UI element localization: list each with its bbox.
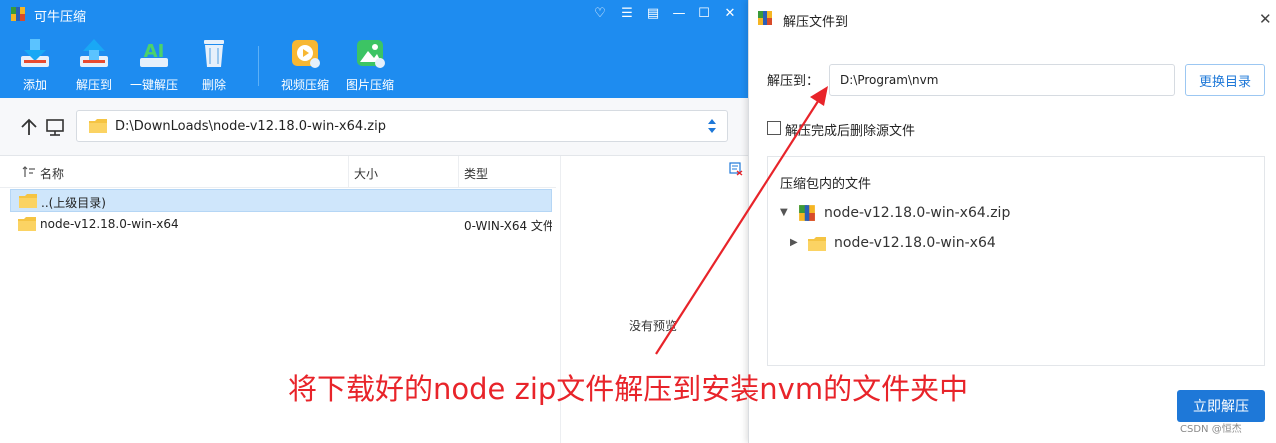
video-icon	[292, 40, 320, 68]
column-header: 名称 大小 类型	[0, 156, 556, 188]
sort-icon[interactable]	[22, 165, 36, 179]
dialog-logo-icon	[758, 11, 772, 25]
video-compress-button[interactable]: 视频压缩	[272, 36, 338, 96]
list-item[interactable]: node-v12.18.0-win-x64 0-WIN-X64 文件	[10, 213, 552, 236]
list-item-parent[interactable]: ..(上级目录)	[10, 189, 552, 212]
folder-icon	[19, 194, 37, 208]
no-preview-text: 没有预览	[629, 319, 678, 333]
image-compress-button[interactable]: 图片压缩	[337, 36, 403, 96]
favorite-icon[interactable]: ♡	[590, 4, 610, 24]
tree-item-folder[interactable]: ▶ node-v12.18.0-win-x64	[790, 234, 1190, 254]
folder-icon	[89, 119, 107, 133]
image-icon	[357, 40, 385, 68]
annotation-text: 将下载好的node zip文件解压到安装nvm的文件夹中	[288, 372, 969, 406]
up-arrow-icon[interactable]	[18, 116, 40, 138]
toolbar-divider	[258, 46, 259, 86]
maximize-icon[interactable]: ☐	[694, 4, 714, 24]
delete-after-checkbox[interactable]	[767, 121, 781, 135]
title-bar: 可牛压缩 ♡ ☰ ▤ — ☐ ✕	[0, 0, 748, 28]
collapsed-arrow-icon[interactable]: ▶	[790, 237, 798, 248]
svg-text:AI: AI	[144, 41, 165, 62]
extract-now-button[interactable]: 立即解压	[1177, 390, 1265, 422]
trash-icon	[204, 40, 224, 67]
archive-tree: 压缩包内的文件 ▼ node-v12.18.0-win-x64.zip ▶ no…	[767, 156, 1265, 366]
column-divider[interactable]	[348, 156, 349, 188]
app-title: 可牛压缩	[34, 10, 87, 25]
preview-toggle-icon[interactable]	[729, 162, 743, 176]
destination-label: 解压到：	[767, 74, 820, 89]
extract-icon	[80, 39, 108, 67]
add-icon	[21, 39, 49, 67]
path-field[interactable]: D:\DownLoads\node-v12.18.0-win-x64.zip	[76, 110, 728, 142]
column-type[interactable]: 类型	[464, 165, 488, 182]
watermark: CSDN @恒杰	[1180, 424, 1242, 435]
menu-icon[interactable]: ☰	[617, 4, 637, 24]
archive-file-icon	[799, 205, 815, 221]
delete-button[interactable]: 删除	[181, 36, 247, 96]
dialog-title: 解压文件到	[783, 15, 849, 30]
feedback-icon[interactable]: ▤	[643, 4, 663, 24]
destination-input[interactable]	[829, 64, 1175, 96]
screenshot-root: 可牛压缩 ♡ ☰ ▤ — ☐ ✕ 添加 解压到 AI 一键解压 删除 视频压缩 …	[0, 0, 1276, 443]
column-name[interactable]: 名称	[40, 165, 64, 182]
path-text: D:\DownLoads\node-v12.18.0-win-x64.zip	[115, 119, 386, 134]
close-icon[interactable]: ✕	[720, 4, 740, 24]
computer-icon[interactable]	[44, 116, 66, 138]
address-bar: D:\DownLoads\node-v12.18.0-win-x64.zip	[0, 98, 748, 156]
archive-tree-header: 压缩包内的文件	[780, 177, 872, 192]
add-button[interactable]: 添加	[2, 36, 68, 96]
expanded-arrow-icon[interactable]: ▼	[780, 207, 788, 218]
column-size[interactable]: 大小	[354, 165, 378, 182]
path-stepper-icon[interactable]	[707, 117, 717, 135]
folder-icon	[808, 237, 826, 251]
toolbar: 添加 解压到 AI 一键解压 删除 视频压缩 图片压缩	[0, 28, 748, 98]
folder-icon	[18, 217, 36, 231]
minimize-icon[interactable]: —	[669, 4, 689, 24]
dialog-close-icon[interactable]: ✕	[1259, 10, 1272, 28]
column-divider[interactable]	[458, 156, 459, 188]
tree-item-archive[interactable]: ▼ node-v12.18.0-win-x64.zip	[780, 204, 1180, 224]
one-click-extract-button[interactable]: AI 一键解压	[121, 36, 187, 96]
app-logo-icon	[11, 7, 25, 21]
ai-extract-icon: AI	[140, 41, 168, 67]
extract-to-button[interactable]: 解压到	[61, 36, 127, 96]
change-directory-button[interactable]: 更换目录	[1185, 64, 1265, 96]
delete-after-label: 解压完成后删除源文件	[785, 124, 916, 139]
